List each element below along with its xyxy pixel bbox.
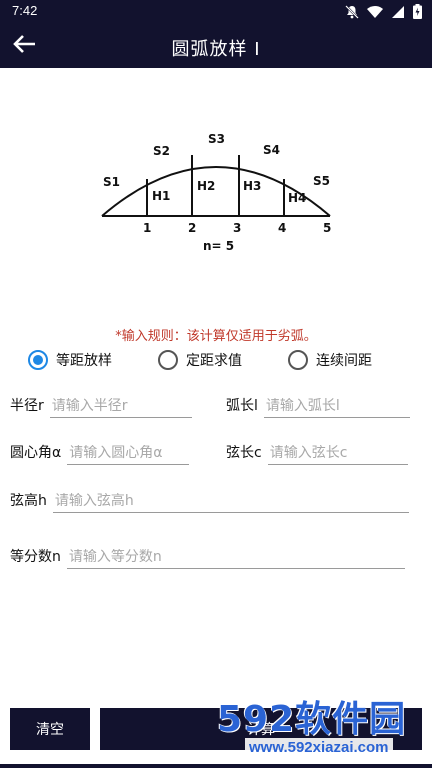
app-bar: 圆弧放样 I (0, 24, 432, 68)
input-rule-text: *输入规则：该计算仅适用于劣弧。 (115, 329, 317, 344)
central-angle-label: 圆心角α (10, 445, 62, 461)
divisions-field: 等分数n (10, 546, 405, 569)
battery-charging-icon (413, 4, 422, 19)
arc-length-input[interactable] (263, 398, 410, 418)
height-label-h2: H2 (197, 179, 215, 193)
mute-icon (345, 4, 359, 19)
arc-length-field: 弧长l (226, 395, 410, 418)
radio-label: 定距求值 (186, 353, 242, 369)
chord-length-label: 弦长c (226, 445, 262, 461)
radio-unchecked-icon (288, 350, 308, 370)
point-label-3: 3 (233, 221, 241, 235)
status-icons (345, 4, 422, 19)
segment-label-s4: S4 (263, 143, 280, 157)
chord-height-input[interactable] (52, 493, 409, 513)
radio-checked-icon (28, 350, 48, 370)
watermark-url: www.592xiazai.com (245, 738, 393, 757)
chord-height-label: 弦高h (10, 493, 47, 509)
radius-input[interactable] (49, 398, 192, 418)
n-label: n= 5 (203, 239, 234, 253)
clear-button[interactable]: 清空 (10, 708, 90, 750)
segment-label-s3: S3 (208, 132, 225, 146)
radio-label: 等距放样 (56, 353, 112, 369)
height-label-h3: H3 (243, 179, 261, 193)
segment-label-s5: S5 (313, 174, 330, 188)
divisions-input[interactable] (66, 549, 405, 569)
arc-diagram: S1 S2 S3 S4 S5 H1 H2 H3 H4 1 2 3 4 5 n= … (101, 132, 331, 253)
signal-icon (391, 5, 405, 19)
point-label-4: 4 (278, 221, 286, 235)
chord-height-field: 弦高h (10, 490, 409, 513)
watermark-logo: 592软件园 (217, 699, 407, 740)
wifi-icon (367, 5, 383, 19)
segment-label-s1: S1 (103, 175, 120, 189)
radius-field: 半径r (10, 395, 192, 418)
radio-fixed-distance[interactable]: 定距求值 (158, 350, 242, 370)
point-label-5: 5 (323, 221, 331, 235)
point-label-1: 1 (143, 221, 151, 235)
central-angle-input[interactable] (67, 445, 190, 465)
status-time: 7:42 (12, 3, 38, 18)
radio-unchecked-icon (158, 350, 178, 370)
point-label-2: 2 (188, 221, 196, 235)
radius-label: 半径r (10, 398, 44, 414)
chord-length-input[interactable] (267, 445, 408, 465)
status-bar: 7:42 (0, 0, 432, 24)
radio-label: 连续间距 (316, 353, 372, 369)
page-title: 圆弧放样 I (171, 39, 261, 60)
central-angle-field: 圆心角α (10, 442, 190, 465)
mode-radio-group: 等距放样 定距求值 连续间距 (26, 350, 426, 374)
height-label-h1: H1 (152, 189, 170, 203)
chord-length-field: 弦长c (226, 442, 408, 465)
divisions-label: 等分数n (10, 549, 61, 565)
arc-length-label: 弧长l (226, 398, 258, 414)
segment-label-s2: S2 (153, 144, 170, 158)
height-label-h4: H4 (288, 191, 306, 205)
system-nav-bar (0, 764, 432, 768)
watermark: 592软件园 www.592xiazai.com (215, 690, 432, 768)
radio-equal-spacing[interactable]: 等距放样 (28, 350, 112, 370)
radio-continuous-spacing[interactable]: 连续间距 (288, 350, 372, 370)
